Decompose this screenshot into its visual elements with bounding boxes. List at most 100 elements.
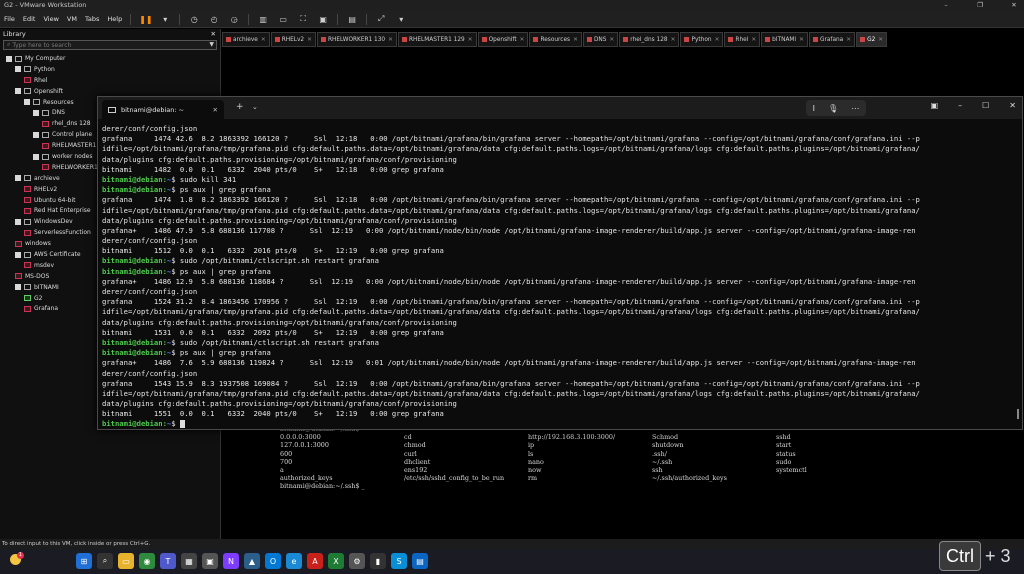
terminal-tab[interactable]: bitnami@debian: ~ ✕ (102, 100, 224, 119)
pause-icon[interactable]: ❚❚ (139, 15, 152, 24)
chevron-down-icon[interactable]: ▼ (209, 41, 214, 48)
outlook-icon[interactable]: O (265, 553, 281, 569)
expand-icon[interactable] (33, 131, 39, 138)
unity-icon[interactable]: ▣ (317, 15, 329, 24)
vm-tab[interactable]: G2 ✕ (856, 32, 888, 47)
vm-tab[interactable]: DNS ✕ (582, 32, 619, 47)
vm-tab[interactable]: Openshift ✕ (477, 32, 529, 47)
terminal-scrollbar[interactable] (1017, 409, 1019, 419)
close-icon[interactable]: ✕ (715, 37, 720, 43)
close-icon[interactable]: ✕ (211, 29, 216, 40)
more-icon[interactable]: ⋯ (851, 104, 859, 113)
dropdown-icon[interactable]: ▾ (395, 15, 407, 24)
calculator-icon[interactable]: ▦ (181, 553, 197, 569)
library-item[interactable]: Python (0, 65, 220, 76)
terminal-output[interactable]: derer/conf/config.json grafana 1474 42.6 … (102, 124, 1014, 429)
skype-icon[interactable]: S (391, 553, 407, 569)
thumbnail-icon[interactable]: ▭ (277, 15, 289, 24)
console-row: 600 curl ls .ssh/status (280, 450, 840, 458)
expand-icon[interactable] (15, 88, 21, 95)
close-icon[interactable]: ✕ (388, 37, 393, 43)
maximize-icon[interactable]: ☐ (982, 101, 989, 110)
vm-tab[interactable]: bITNAMI ✕ (761, 32, 808, 47)
close-icon[interactable]: ✕ (1008, 0, 1020, 11)
vm-tab[interactable]: Rhel ✕ (724, 32, 761, 47)
edge-icon[interactable]: e (286, 553, 302, 569)
vm-tab[interactable]: Resources ✕ (529, 32, 582, 47)
settings-icon[interactable]: ⚙ (349, 553, 365, 569)
new-tab-icon[interactable]: + (236, 102, 244, 112)
start-icon[interactable]: ⊞ (76, 553, 92, 569)
vm-tab[interactable]: Python ✕ (680, 32, 724, 47)
teams-icon[interactable]: T (160, 553, 176, 569)
close-icon[interactable]: ✕ (573, 37, 578, 43)
vm-tab[interactable]: rhel_dns 128 ✕ (619, 32, 680, 47)
vm-tab[interactable]: RHELMASTER1 129 ✕ (397, 32, 477, 47)
minimize-icon[interactable]: – (940, 0, 952, 11)
output-text: bitnami 1551 0.0 0.1 6332 2040 pts/0 S+ … (102, 409, 444, 419)
photos-icon[interactable]: ▲ (244, 553, 260, 569)
menu-vm[interactable]: VM (67, 15, 77, 23)
expand-icon[interactable] (15, 251, 21, 258)
chrome-icon[interactable]: ◉ (139, 553, 155, 569)
expand-icon[interactable] (24, 99, 30, 106)
revert-snapshot-icon[interactable]: ◴ (208, 15, 220, 24)
menu-help[interactable]: Help (107, 15, 122, 23)
vm-tab[interactable]: Grafana ✕ (808, 32, 856, 47)
expand-icon[interactable] (33, 153, 39, 160)
vm-tab[interactable]: archieve ✕ (222, 32, 270, 47)
close-icon[interactable]: ✕ (307, 37, 312, 43)
close-icon[interactable]: ✕ (520, 37, 525, 43)
library-item[interactable]: My Computer (0, 54, 220, 65)
terminal-icon[interactable]: ▮ (370, 553, 386, 569)
close-icon[interactable]: ✕ (1009, 101, 1016, 110)
vm-tab[interactable]: RHELWORKER1 130 ✕ (316, 32, 397, 47)
cursor-icon[interactable]: I (813, 104, 815, 113)
console-icon[interactable]: ▤ (346, 15, 358, 24)
menu-view[interactable]: View (43, 15, 58, 23)
expand-icon[interactable] (6, 55, 12, 62)
dropdown-icon[interactable]: ▾ (159, 15, 171, 24)
expand-icon[interactable] (15, 284, 21, 291)
excel-icon[interactable]: X (328, 553, 344, 569)
library-item-label: Python (34, 65, 55, 73)
snap-icon[interactable]: ▣ (931, 101, 939, 110)
expand-icon[interactable] (15, 218, 21, 225)
vm-tab-label: RHELMASTER1 129 (408, 36, 465, 43)
expand-icon[interactable] (33, 109, 39, 116)
close-icon[interactable]: ✕ (799, 37, 804, 43)
microphone-icon[interactable]: 🎙 (828, 104, 838, 113)
file-explorer-icon[interactable]: ▭ (118, 553, 134, 569)
stretch-icon[interactable]: ⤢ (375, 14, 387, 24)
minimize-icon[interactable]: – (958, 101, 962, 110)
chevron-down-icon[interactable]: ⌄ (252, 103, 258, 111)
library-item[interactable]: Rhel (0, 76, 220, 87)
close-icon[interactable]: ✕ (261, 37, 266, 43)
onenote-icon[interactable]: N (223, 553, 239, 569)
library-search-input[interactable]: ⌕ Type here to search ▼ (3, 40, 217, 50)
vm-tab[interactable]: RHELv2 ✕ (270, 32, 316, 47)
weather-widget[interactable]: 1 (8, 552, 26, 570)
close-icon[interactable]: ✕ (846, 37, 851, 43)
close-icon[interactable]: ✕ (878, 37, 883, 43)
terminal-window[interactable]: bitnami@debian: ~ ✕ + ⌄ I 🎙 ⋯ ▣ – ☐ ✕ de… (97, 96, 1023, 430)
vmware-icon[interactable]: ▣ (202, 553, 218, 569)
close-icon[interactable]: ✕ (671, 37, 676, 43)
expand-icon[interactable] (15, 175, 21, 182)
close-icon[interactable]: ✕ (213, 106, 218, 114)
app-icon[interactable]: ▤ (412, 553, 428, 569)
menu-tabs[interactable]: Tabs (85, 15, 99, 23)
close-icon[interactable]: ✕ (751, 37, 756, 43)
acrobat-icon[interactable]: A (307, 553, 323, 569)
fullscreen-icon[interactable]: ⛶ (297, 14, 309, 24)
snapshot-manager-icon[interactable]: ◶ (228, 15, 240, 24)
close-icon[interactable]: ✕ (609, 37, 614, 43)
snapshot-icon[interactable]: ◷ (188, 15, 200, 24)
search-icon[interactable]: ⌕ (97, 553, 113, 569)
menu-edit[interactable]: Edit (23, 15, 36, 23)
close-icon[interactable]: ✕ (468, 37, 473, 43)
menu-file[interactable]: File (4, 15, 15, 23)
sidebar-toggle-icon[interactable]: ▥ (257, 15, 269, 24)
maximize-icon[interactable]: ❐ (974, 0, 986, 11)
expand-icon[interactable] (15, 66, 21, 73)
